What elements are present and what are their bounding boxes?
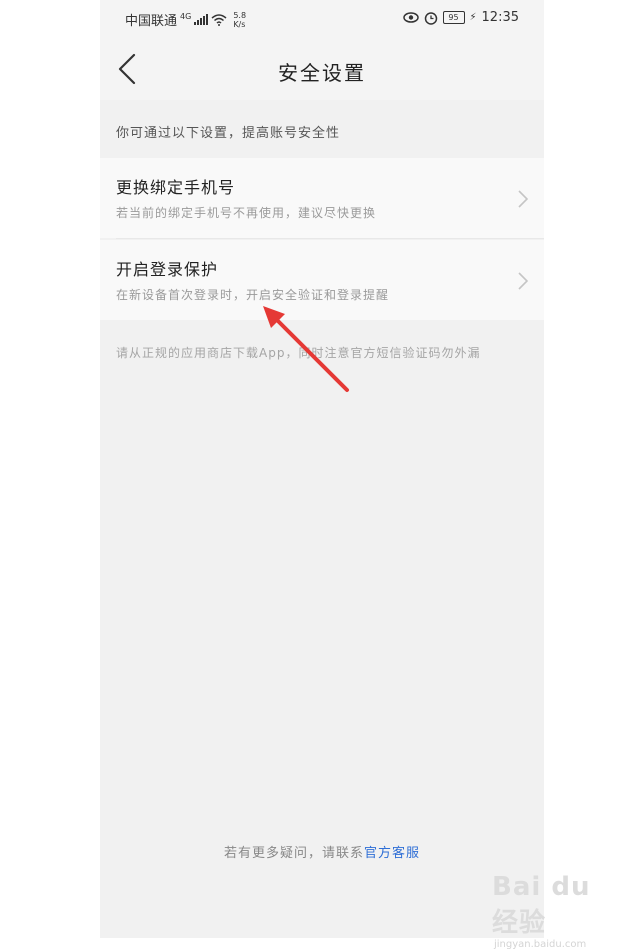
- divider: [116, 238, 544, 239]
- watermark-logo: Bai du 经验: [492, 872, 591, 938]
- carrier-label: 中国联通: [125, 14, 178, 29]
- status-bar: 中国联通 4G 5.8 K/s 95 ⚡ 12:35: [100, 0, 544, 38]
- baidu-watermark: Bai du 经验 jingyan.baidu.com: [492, 872, 612, 950]
- settings-item-title: 开启登录保护: [116, 260, 219, 279]
- wifi-icon: [211, 13, 227, 26]
- nav-bar: 安全设置: [100, 38, 544, 100]
- net-speed: 5.8 K/s: [233, 11, 246, 29]
- battery-icon: 95: [442, 11, 465, 24]
- customer-service-link[interactable]: 官方客服: [364, 846, 420, 861]
- charging-icon: ⚡: [469, 12, 477, 23]
- phone-screen: 中国联通 4G 5.8 K/s 95 ⚡ 12:35 安全设置 你可通过以下设置…: [100, 0, 544, 938]
- settings-item-title: 更换绑定手机号: [116, 178, 236, 197]
- footer-text: 若有更多疑问，请联系: [223, 846, 364, 861]
- settings-item-subtitle: 若当前的绑定手机号不再使用，建议尽快更换: [116, 206, 377, 220]
- signal-icon: [194, 14, 209, 25]
- watermark-url: jingyan.baidu.com: [494, 939, 587, 950]
- status-left: 中国联通 4G 5.8 K/s: [125, 10, 246, 30]
- page-title: 安全设置: [278, 61, 366, 85]
- settings-item-change-phone[interactable]: 更换绑定手机号 若当前的绑定手机号不再使用，建议尽快更换: [100, 158, 544, 238]
- status-right: 95 ⚡ 12:35: [402, 10, 519, 25]
- chevron-right-icon: [518, 272, 528, 290]
- speed-unit: K/s: [233, 19, 246, 29]
- security-hint: 你可通过以下设置，提高账号安全性: [116, 126, 341, 141]
- annotation-arrow-icon: [263, 306, 349, 392]
- alarm-icon: [424, 11, 437, 25]
- network-label: 4G: [180, 12, 192, 21]
- eye-icon: [402, 12, 419, 23]
- speed-value: 5.8: [233, 10, 247, 20]
- clock: 12:35: [481, 10, 519, 25]
- chevron-right-icon: [518, 190, 528, 208]
- help-footer: 若有更多疑问，请联系官方客服: [100, 842, 544, 861]
